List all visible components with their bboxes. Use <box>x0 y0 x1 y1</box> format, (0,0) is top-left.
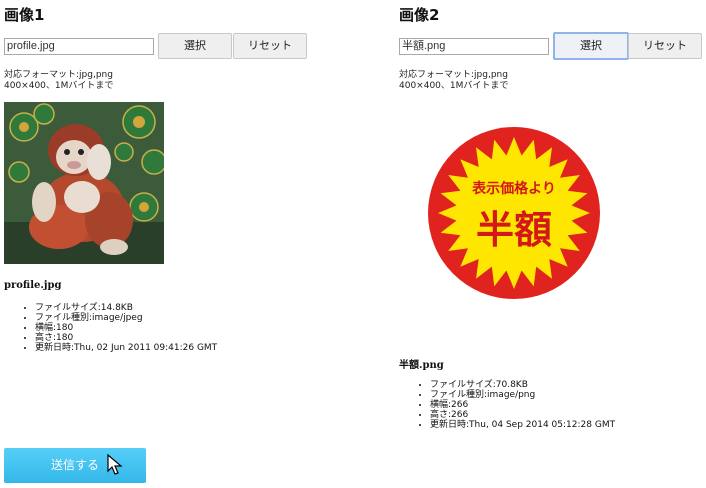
file-info-list: ファイルサイズ:14.8KB ファイル種別:image/jpeg 横幅:180 … <box>4 303 217 353</box>
list-item: 横幅:180 <box>35 323 217 333</box>
list-item: 高さ:180 <box>35 333 217 343</box>
list-item: ファイルサイズ:14.8KB <box>35 303 217 313</box>
list-item: 更新日時:Thu, 02 Jun 2011 09:41:26 GMT <box>35 343 217 353</box>
list-item: 更新日時:Thu, 04 Sep 2014 05:12:28 GMT <box>430 420 615 430</box>
preview-image: 表示価格より 半額 <box>428 112 600 314</box>
sticker-main-text: 半額 <box>476 208 552 252</box>
format-hint: 対応フォーマット:jpg,png 400×400、1Mバイトまで <box>399 70 509 91</box>
sticker-top-text: 表示価格より <box>471 180 556 197</box>
preview-image <box>4 102 164 264</box>
list-item: ファイルサイズ:70.8KB <box>430 380 615 390</box>
file-name-label: 半額.png <box>399 360 444 371</box>
list-item: 横幅:266 <box>430 400 615 410</box>
list-item: ファイル種別:image/png <box>430 390 615 400</box>
file-name-label: profile.jpg <box>4 280 62 291</box>
format-hint: 対応フォーマット:jpg,png 400×400、1Mバイトまで <box>4 70 114 91</box>
section-title: 画像1 <box>4 6 45 24</box>
select-button[interactable]: 選択 <box>158 33 232 59</box>
mouse-pointer-icon <box>107 454 123 475</box>
reset-button[interactable]: リセット <box>233 33 307 59</box>
select-button[interactable]: 選択 <box>553 32 629 60</box>
submit-button[interactable]: 送信する <box>4 448 146 483</box>
monkey-statue-photo-icon <box>4 102 164 264</box>
half-price-sticker-icon: 表示価格より 半額 <box>428 127 600 299</box>
list-item: ファイル種別:image/jpeg <box>35 313 217 323</box>
file-info-list: ファイルサイズ:70.8KB ファイル種別:image/png 横幅:266 高… <box>399 380 615 430</box>
list-item: 高さ:266 <box>430 410 615 420</box>
section-title: 画像2 <box>399 6 440 24</box>
file-name-field[interactable]: 半額.png <box>399 38 549 55</box>
file-name-field[interactable]: profile.jpg <box>4 38 154 55</box>
reset-button[interactable]: リセット <box>628 33 702 59</box>
